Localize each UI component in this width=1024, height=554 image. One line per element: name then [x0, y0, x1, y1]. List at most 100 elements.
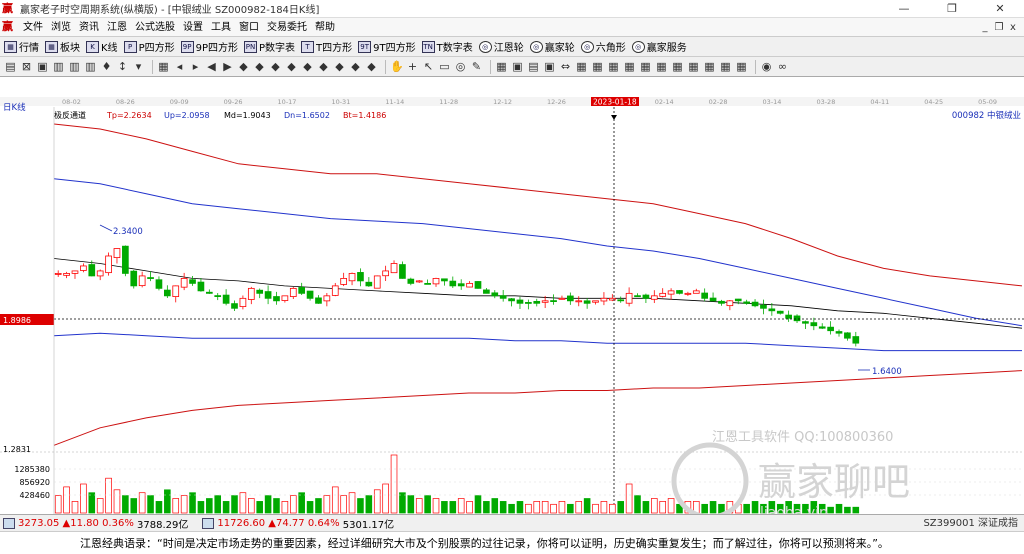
candle-body: [835, 331, 843, 334]
tool-43-icon[interactable]: ▦: [719, 60, 732, 73]
toolbar-button-tn-table[interactable]: TN T数字表: [421, 39, 473, 54]
tool-24-icon[interactable]: +: [406, 60, 419, 73]
tool-18-icon[interactable]: ◆: [301, 60, 314, 73]
tool-45-icon[interactable]: ◉: [760, 60, 773, 73]
candle-body: [373, 275, 381, 289]
mdi-close-button[interactable]: x: [1006, 18, 1020, 37]
tool-2-icon[interactable]: ▣: [36, 60, 49, 73]
restore-button[interactable]: ❐: [928, 0, 976, 18]
tool-37-icon[interactable]: ▦: [623, 60, 636, 73]
tool-9-icon[interactable]: ▦: [157, 60, 170, 73]
tool-22-icon[interactable]: ◆: [365, 60, 378, 73]
toolbar-button-grid[interactable]: ▦ 行情: [4, 39, 39, 54]
menu-gann[interactable]: 江恩: [103, 18, 131, 37]
tool-36-icon[interactable]: ▦: [607, 60, 620, 73]
menu-browse[interactable]: 浏览: [47, 18, 75, 37]
menu-window[interactable]: 窗口: [235, 18, 263, 37]
mdi-minimize-button[interactable]: _: [978, 18, 992, 37]
tool-17-icon[interactable]: ◆: [285, 60, 298, 73]
tool-5-icon[interactable]: ▥: [84, 60, 97, 73]
chart-header-bg: [0, 77, 1024, 97]
toolbar-button-9t-square[interactable]: 9T 9T四方形: [358, 39, 416, 54]
menu-news[interactable]: 资讯: [75, 18, 103, 37]
tool-0-icon[interactable]: ▤: [4, 60, 17, 73]
tool-41-icon[interactable]: ▦: [687, 60, 700, 73]
toolbar-button-kline[interactable]: K K线: [86, 39, 118, 54]
tool-39-icon[interactable]: ▦: [655, 60, 668, 73]
toolbar-button-service[interactable]: ◎ 赢家服务: [631, 39, 687, 54]
volume-bar: [273, 498, 280, 514]
tool-1-icon[interactable]: ⊠: [20, 60, 33, 73]
tool-23-icon[interactable]: ✋: [390, 60, 404, 73]
toolbar-button-hexagon[interactable]: ◎ 六角形: [580, 39, 626, 54]
tool-15-icon[interactable]: ◆: [253, 60, 266, 73]
tool-21-icon[interactable]: ◆: [349, 60, 362, 73]
tool-46-icon[interactable]: ∞: [776, 60, 789, 73]
tool-26-icon[interactable]: ▭: [438, 60, 451, 73]
toolbar-button-blocks[interactable]: ▦ 板块: [45, 39, 80, 54]
tool-34-icon[interactable]: ▦: [575, 60, 588, 73]
kline-chart[interactable]: 08-02 08-26 09-09 09-26 10-17 10-31 11-14 11-28…: [0, 77, 1024, 514]
tool-14-icon[interactable]: ◆: [237, 60, 250, 73]
candle-body: [298, 287, 306, 294]
tool-6-icon[interactable]: ♦: [100, 60, 113, 73]
tool-20-icon[interactable]: ◆: [333, 60, 346, 73]
tool-27-icon[interactable]: ◎: [454, 60, 467, 73]
status-right-index[interactable]: SZ399001 深证成指: [923, 515, 1018, 532]
candle-body: [289, 287, 297, 297]
chart-canvas[interactable]: 08-02 08-26 09-09 09-26 10-17 10-31 11-14 11-28…: [0, 77, 1024, 514]
tool-8-icon[interactable]: ▾: [132, 60, 145, 73]
toolbar-button-pn-table[interactable]: PN P数字表: [244, 39, 295, 54]
tool-16-icon[interactable]: ◆: [269, 60, 282, 73]
tool-10-icon[interactable]: ◂: [173, 60, 186, 73]
tool-35-icon[interactable]: ▦: [591, 60, 604, 73]
tool-4-icon[interactable]: ▥: [68, 60, 81, 73]
toolbar-button-9p-square[interactable]: 9P 9P四方形: [180, 39, 238, 54]
candle-body: [541, 300, 549, 303]
menu-trade[interactable]: 交易委托: [263, 18, 311, 37]
tool-31-icon[interactable]: ▤: [527, 60, 540, 73]
tool-32-icon[interactable]: ▣: [543, 60, 556, 73]
tool-7-icon[interactable]: ↕: [116, 60, 129, 73]
toolbar-label: 9T四方形: [373, 43, 416, 54]
toolbar-button-winner-wheel[interactable]: ◎ 赢家轮: [529, 39, 575, 54]
tool-33-icon[interactable]: ⇔: [559, 60, 572, 73]
candle-body: [852, 336, 860, 344]
toolbar-button-gann-wheel[interactable]: ◎ 江恩轮: [478, 39, 524, 54]
volume-bar: [122, 495, 129, 514]
tool-28-icon[interactable]: ✎: [470, 60, 483, 73]
tool-12-icon[interactable]: ◀: [205, 60, 218, 73]
volume-bar: [88, 492, 96, 514]
tool-38-icon[interactable]: ▦: [639, 60, 652, 73]
volume-bar: [189, 492, 196, 514]
tool-19-icon[interactable]: ◆: [317, 60, 330, 73]
toolbar-button-t-square[interactable]: T T四方形: [301, 39, 352, 54]
volume-bar: [138, 492, 146, 514]
close-button[interactable]: ✕: [976, 0, 1024, 18]
tool-25-icon[interactable]: ↖: [422, 60, 435, 73]
volume-bar: [96, 498, 104, 514]
menu-help[interactable]: 帮助: [311, 18, 339, 37]
tool-29-icon[interactable]: ▦: [495, 60, 508, 73]
minimize-button[interactable]: —: [880, 0, 928, 18]
tool-11-icon[interactable]: ▸: [189, 60, 202, 73]
tool-44-icon[interactable]: ▦: [735, 60, 748, 73]
tool-42-icon[interactable]: ▦: [703, 60, 716, 73]
tool-13-icon[interactable]: ▶: [221, 60, 234, 73]
mdi-restore-button[interactable]: ❐: [992, 18, 1006, 37]
menu-settings[interactable]: 设置: [179, 18, 207, 37]
volume-bar: [231, 495, 238, 514]
tool-40-icon[interactable]: ▦: [671, 60, 684, 73]
x-tick-label: 10-31: [331, 98, 350, 106]
menu-formula-select[interactable]: 公式选股: [131, 18, 179, 37]
volume-bar: [508, 503, 515, 514]
candle-body: [273, 296, 280, 302]
price-bottom-label: 1.2831: [3, 445, 31, 454]
candle-body: [491, 292, 499, 297]
tool-30-icon[interactable]: ▣: [511, 60, 524, 73]
indicator-md: Md=1.9043: [224, 111, 271, 120]
toolbar-button-p-square[interactable]: P P四方形: [123, 39, 175, 54]
tool-3-icon[interactable]: ▥: [52, 60, 65, 73]
menu-file[interactable]: 文件: [19, 18, 47, 37]
menu-tools[interactable]: 工具: [207, 18, 235, 37]
